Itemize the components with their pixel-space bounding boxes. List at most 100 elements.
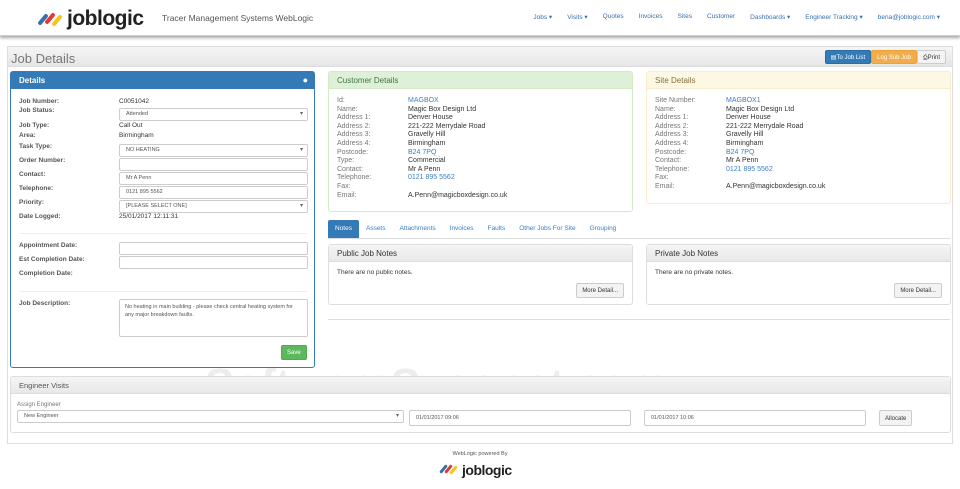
private-notes-more-detail-button[interactable]: More Detail... — [894, 283, 942, 298]
detail-label: Address 2: — [337, 122, 371, 130]
tab-faults[interactable]: Faults — [481, 220, 513, 238]
allocate-button[interactable]: Allocate — [879, 410, 913, 426]
footer-logo: joblogic — [439, 462, 512, 478]
priority-label: Priority: — [19, 199, 44, 206]
public-notes-more-detail-button[interactable]: More Detail... — [576, 283, 624, 298]
telephone-input[interactable]: 0121 895 5562 — [119, 186, 308, 199]
nav-sites[interactable]: Sites — [678, 13, 692, 21]
private-notes-title: Private Job Notes — [647, 245, 950, 262]
joblogic-logo-icon — [37, 10, 63, 28]
tab-other-jobs-for-site[interactable]: Other Jobs For Site — [512, 220, 582, 238]
to-job-list-label: To Job List — [836, 55, 866, 61]
details-panel-header: Details ● — [11, 72, 314, 89]
detail-label: Postcode: — [337, 148, 369, 156]
save-button[interactable]: Save — [281, 345, 307, 360]
customer-details-panel: Customer Details Id: MAGBOX Name: Magic Box… — [328, 71, 633, 212]
visit-start-input[interactable]: 01/01/2017 09:06 — [409, 410, 631, 426]
job-status-select[interactable]: Attended — [119, 108, 308, 121]
detail-value[interactable]: 0121 895 5562 — [726, 166, 773, 175]
detail-row: Email: A.Penn@magicboxdesign.co.uk — [655, 183, 950, 192]
job-type-value: Call Out — [119, 122, 143, 129]
page-header: Job Details ▤To Job List Log Sub Job ⎙Pr… — [8, 47, 952, 67]
tagline: Tracer Management Systems WebLogic — [162, 13, 314, 23]
detail-value[interactable]: MAGBOX1 — [726, 97, 761, 106]
area-label: Area: — [19, 132, 36, 139]
engineer-visits-panel: Engineer Visits Assign Engineer New Engi… — [10, 376, 951, 433]
public-notes-panel: Public Job Notes There are no public not… — [328, 244, 633, 305]
toolbar: ▤To Job List Log Sub Job ⎙Print — [824, 50, 946, 64]
detail-label: Email: — [337, 191, 357, 199]
customer-details-title: Customer Details — [329, 72, 632, 89]
nav-customer[interactable]: Customer — [707, 13, 735, 21]
nav-dashboards[interactable]: Dashboards ▾ — [750, 13, 790, 21]
print-button[interactable]: ⎙Print — [916, 50, 946, 64]
assign-engineer-label: Assign Engineer — [17, 402, 61, 408]
detail-value: Birmingham — [408, 139, 446, 147]
detail-row: Address 1: Denver House — [655, 114, 950, 123]
detail-row: Address 4: Birmingham — [337, 140, 632, 149]
order-number-input[interactable] — [119, 158, 308, 171]
nav-invoices[interactable]: Invoices — [639, 13, 663, 21]
detail-row: Address 1: Denver House — [337, 114, 632, 123]
tab-notes[interactable]: Notes — [328, 220, 359, 238]
log-sub-job-button[interactable]: Log Sub Job — [871, 50, 917, 64]
contact-label: Contact: — [19, 171, 46, 178]
detail-label: Type: — [337, 157, 355, 165]
brand-logo[interactable]: joblogic — [37, 7, 144, 31]
detail-row: Name: Magic Box Design Ltd — [337, 106, 632, 115]
job-tabs: Notes Assets Attachments Invoices Faults… — [328, 220, 950, 239]
detail-label: Site Number: — [655, 97, 696, 104]
visit-end-input[interactable]: 01/01/2017 10:06 — [644, 410, 866, 426]
area-value: Birmingham — [119, 132, 154, 139]
divider — [19, 291, 307, 292]
detail-label: Fax: — [337, 182, 351, 190]
page-title: Job Details — [11, 51, 76, 66]
detail-label: Id: — [337, 97, 345, 104]
collapse-icon[interactable]: ● — [303, 72, 308, 89]
priority-select[interactable]: [PLEASE SELECT ONE] — [119, 200, 308, 213]
detail-label: Fax: — [655, 174, 669, 182]
detail-label: Postcode: — [655, 148, 687, 156]
appointment-date-input[interactable] — [119, 242, 308, 255]
nav-jobs[interactable]: Jobs ▾ — [533, 13, 552, 21]
completion-date-label: Completion Date: — [19, 270, 73, 277]
detail-value[interactable]: 0121 895 5562 — [408, 174, 455, 183]
job-description-textarea[interactable]: No heating in main building - please che… — [119, 299, 308, 337]
site-details-title: Site Details — [647, 72, 950, 89]
telephone-label: Telephone: — [19, 185, 54, 192]
nav-engineer-tracking[interactable]: Engineer Tracking ▾ — [805, 13, 862, 21]
detail-label: Address 1: — [655, 114, 689, 122]
est-completion-date-input[interactable] — [119, 256, 308, 269]
public-notes-text: There are no public notes. — [337, 269, 413, 276]
detail-value[interactable]: MAGBOX — [408, 97, 439, 106]
footer-logo-text: joblogic — [462, 462, 512, 478]
tab-attachments[interactable]: Attachments — [393, 220, 443, 238]
detail-value: Mr A Penn — [726, 157, 759, 165]
print-label: Print — [927, 55, 940, 61]
top-navbar: joblogic Tracer Management Systems WebLo… — [0, 0, 960, 36]
site-details-panel: Site Details Site Number: MAGBOX1 Name: Mag… — [646, 71, 951, 204]
tab-grouping[interactable]: Grouping — [583, 220, 624, 238]
contact-input[interactable]: Mr A Penn — [119, 172, 308, 185]
divider — [328, 319, 950, 320]
to-job-list-button[interactable]: ▤To Job List — [824, 50, 872, 64]
engineer-visits-title: Engineer Visits — [11, 377, 950, 394]
detail-value: Mr A Penn — [408, 165, 441, 173]
detail-row: Fax: — [655, 174, 950, 183]
nav-quotes[interactable]: Quotes — [603, 13, 624, 21]
details-title: Details — [19, 76, 46, 85]
detail-row: Fax: — [337, 183, 632, 192]
detail-value[interactable]: B24 7PQ — [726, 149, 754, 158]
detail-row: Address 2: 221-222 Merrydale Road — [655, 123, 950, 132]
task-type-select[interactable]: NO HEATING — [119, 144, 308, 157]
detail-value[interactable]: B24 7PQ — [408, 149, 436, 158]
private-notes-panel: Private Job Notes There are no private n… — [646, 244, 951, 305]
nav-menu: Jobs ▾ Visits ▾ Quotes Invoices Sites Cu… — [533, 13, 940, 21]
detail-row: Contact: Mr A Penn — [337, 166, 632, 175]
engineer-select[interactable]: New Engineer — [17, 410, 404, 423]
detail-label: Address 1: — [337, 114, 371, 122]
nav-visits[interactable]: Visits ▾ — [567, 13, 587, 21]
tab-invoices[interactable]: Invoices — [443, 220, 481, 238]
tab-assets[interactable]: Assets — [359, 220, 393, 238]
nav-user-menu[interactable]: bena@joblogic.com ▾ — [878, 13, 940, 21]
